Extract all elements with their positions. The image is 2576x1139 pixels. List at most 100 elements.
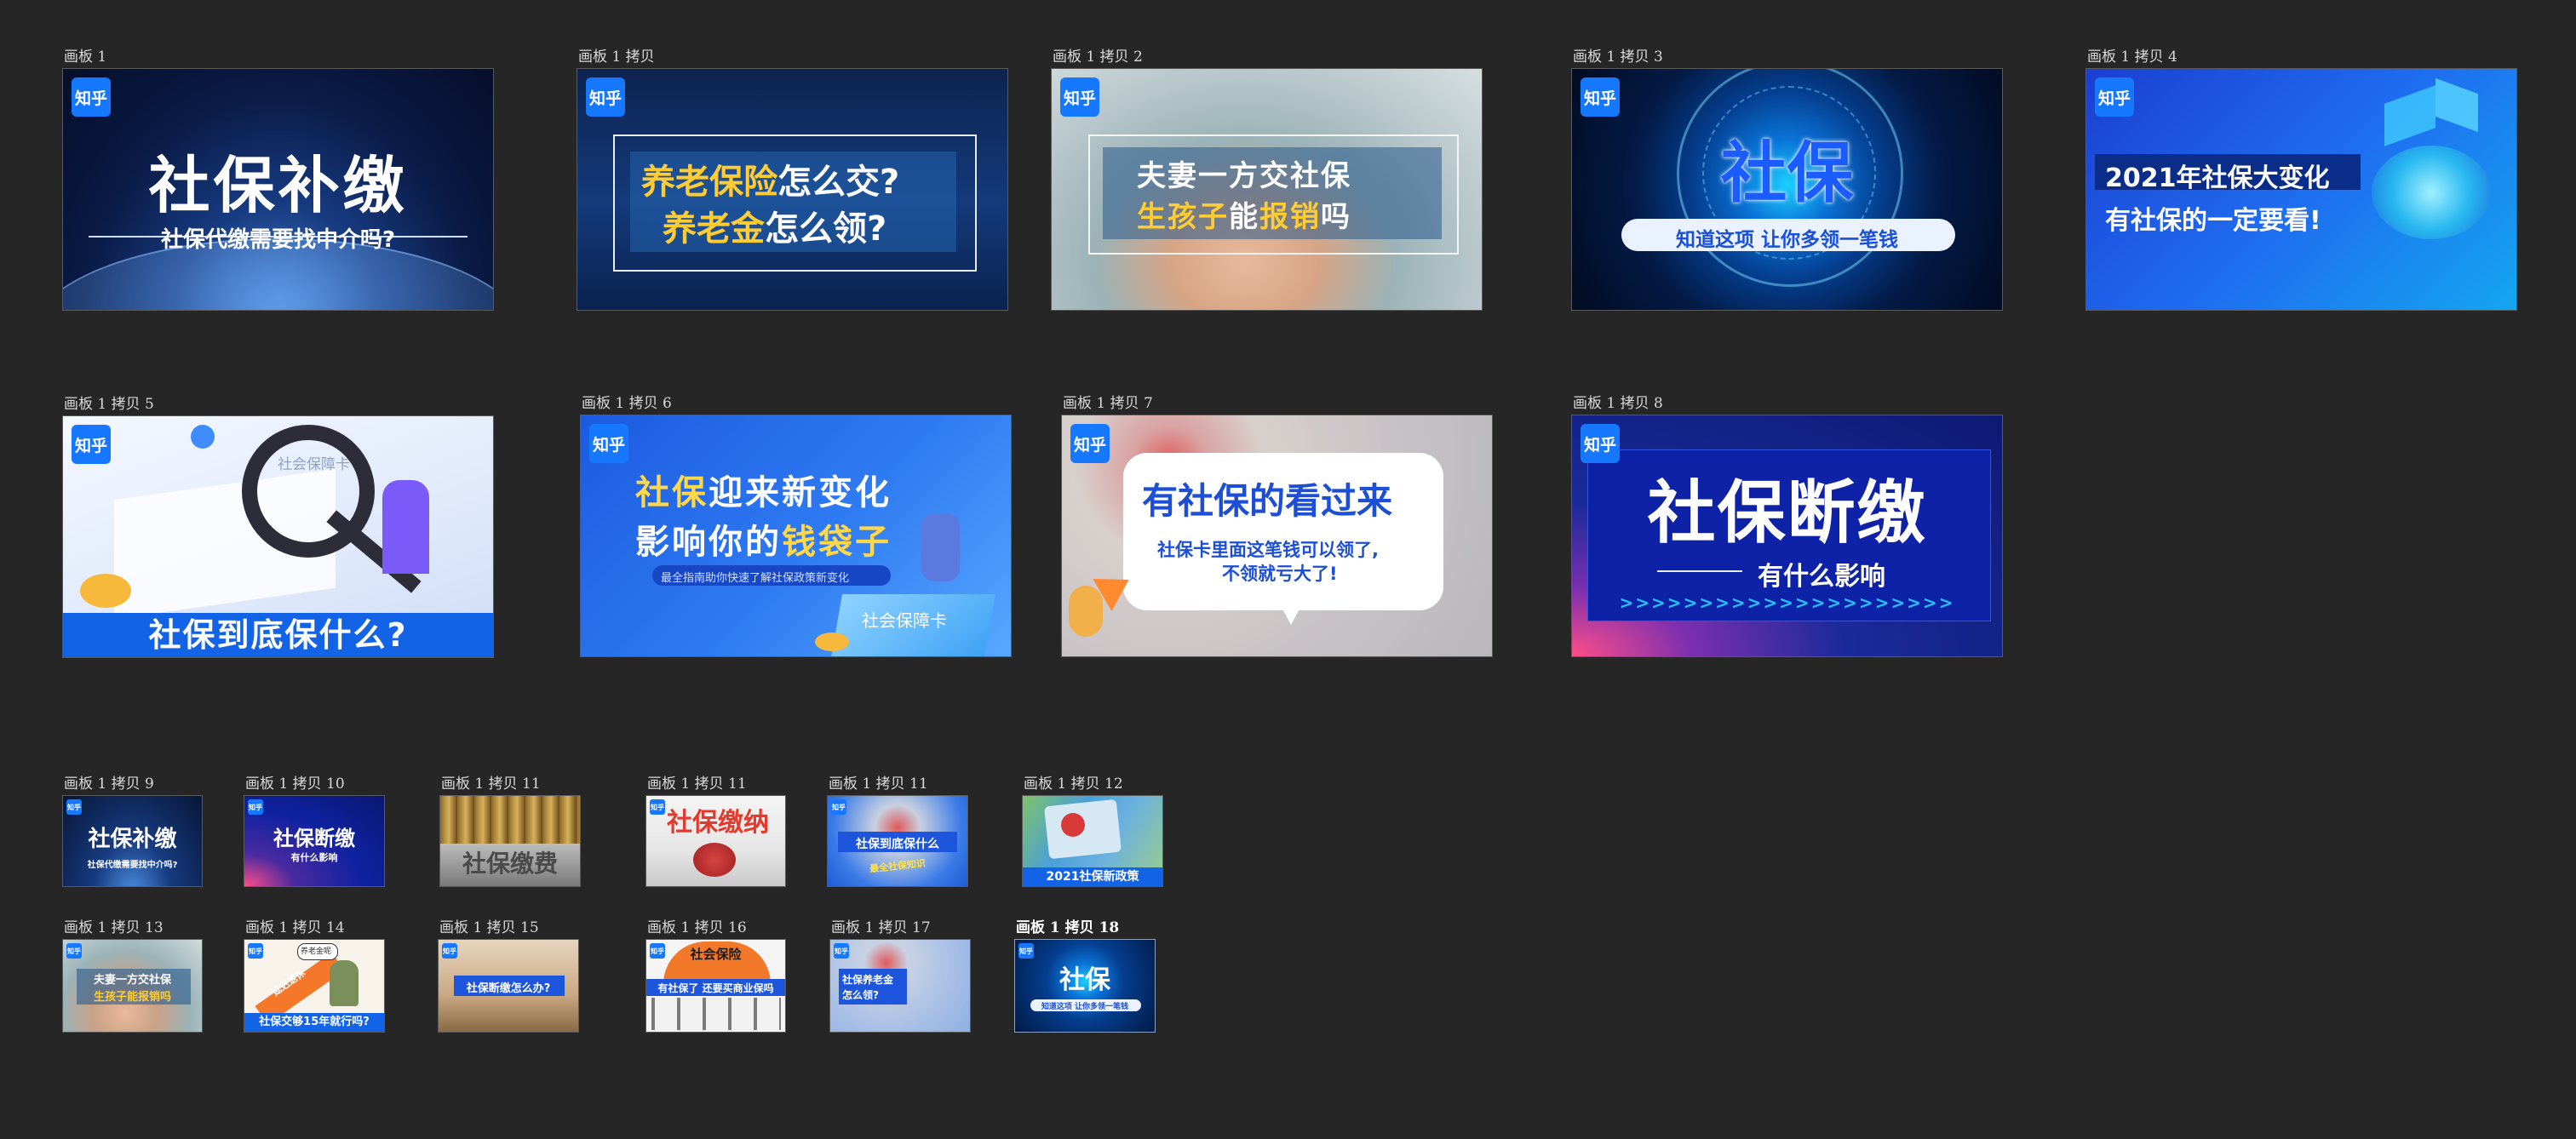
artboard[interactable]: 画板 1 拷贝 11 社保缴费 xyxy=(439,776,581,887)
artboard-name[interactable]: 画板 1 拷贝 17 xyxy=(831,915,931,936)
artboard-name[interactable]: 画板 1 拷贝 3 xyxy=(1573,44,1663,66)
artboard-name[interactable]: 画板 1 拷贝 4 xyxy=(2087,44,2177,66)
board-title: 社保缴纳 xyxy=(667,808,769,838)
thumbnail[interactable]: 知乎 有社保的看过来 社保卡里面这笔钱可以领了, 不领就亏大了! xyxy=(1061,415,1493,657)
thumbnail[interactable]: 知乎 社保缴纳 xyxy=(645,795,786,887)
person-graphic xyxy=(382,480,429,574)
thumbnail[interactable]: 知乎 社保断缴 有什么影响 >>>>>>>>>>>>>>>>>>>>> xyxy=(1571,415,2003,657)
arrow-decoration: >>>>>>>>>>>>>>>>>>>>> xyxy=(1619,592,1955,613)
emblem-graphic xyxy=(1061,813,1085,837)
thumbnail[interactable]: 知乎 社保补缴 社保代缴需要找中介吗? xyxy=(62,68,494,311)
artboard[interactable]: 画板 1 拷贝 16 知乎 社会保险 有社保了 还要买商业保吗 xyxy=(645,919,786,1033)
board-title: 社保 xyxy=(1059,965,1110,995)
thumbnail[interactable]: 知乎 社保断缴怎么办? xyxy=(438,939,579,1033)
thumbnail[interactable]: 知乎 社保 知道这项 让你多领一笔钱 xyxy=(1014,939,1156,1033)
artboard[interactable]: 画板 1 拷贝 15 知乎 社保断缴怎么办? xyxy=(438,919,579,1033)
artboard-name[interactable]: 画板 1 拷贝 8 xyxy=(1573,391,1663,412)
board-line-1: 社保迎来新变化 xyxy=(635,473,892,512)
board-line-1: 2021年社保大变化 xyxy=(2105,163,2330,193)
thumbnail[interactable]: 知乎 社保养老金 怎么领? xyxy=(829,939,971,1033)
artboard-name[interactable]: 画板 1 拷贝 13 xyxy=(64,915,164,936)
artboard-name[interactable]: 画板 1 拷贝 5 xyxy=(64,392,154,413)
zhihu-logo: 知乎 xyxy=(1581,424,1620,463)
artboard-name[interactable]: 画板 1 拷贝 16 xyxy=(647,915,747,936)
thumbnail[interactable]: 知乎 社会保险 有社保了 还要买商业保吗 xyxy=(645,939,786,1033)
artboard[interactable]: 画板 1 拷贝 17 知乎 社保养老金 怎么领? xyxy=(829,919,971,1033)
thumbnail[interactable]: 知乎 夫妻一方交社保 生孩子能报销吗 xyxy=(1051,68,1483,311)
card-label: 社会保障卡 xyxy=(278,456,350,473)
artboard[interactable]: 画板 1 拷贝 6 知乎 社保迎来新变化 影响你的钱袋子 最全指南助你快速了解社… xyxy=(580,395,1012,657)
thumbnail[interactable]: 2021社保新政策 xyxy=(1022,795,1163,887)
artboard-name[interactable]: 画板 1 拷贝 7 xyxy=(1063,391,1153,412)
thumbnail[interactable]: 知乎 延迟退休 养老金呢 社保交够15年就行吗? xyxy=(244,939,385,1033)
stamp-graphic xyxy=(693,843,736,877)
artboard-name[interactable]: 画板 1 xyxy=(64,44,106,66)
artboard-name[interactable]: 画板 1 拷贝 18 xyxy=(1016,915,1119,936)
thumbnail[interactable]: 知乎 2021年社保大变化 有社保的一定要看! xyxy=(2085,68,2517,311)
artboard[interactable]: 画板 1 拷贝 11 知乎 社保到底保什么 最全社保知识 xyxy=(827,776,968,887)
zhihu-logo: 知乎 xyxy=(650,799,665,815)
thumbnail[interactable]: 知乎 社保迎来新变化 影响你的钱袋子 最全指南助你快速了解社保政策新变化 社会保… xyxy=(580,415,1012,657)
artboard-name[interactable]: 画板 1 拷贝 9 xyxy=(64,771,154,793)
person-graphic xyxy=(330,960,359,1006)
artboard[interactable]: 画板 1 拷贝 7 知乎 有社保的看过来 社保卡里面这笔钱可以领了, 不领就亏大… xyxy=(1061,395,1493,657)
thumbnail[interactable]: 知乎 社保到底保什么 最全社保知识 xyxy=(827,795,968,887)
board-pill-text: 知道这项 让你多领一笔钱 xyxy=(1675,229,1898,251)
thumbnail[interactable]: 知乎 社保 知道这项 让你多领一笔钱 xyxy=(1571,68,2003,311)
thumbnail[interactable]: 知乎 社保补缴 社保代缴需要找中介吗? xyxy=(62,795,203,887)
artboard[interactable]: 画板 1 拷贝 9 知乎 社保补缴 社保代缴需要找中介吗? xyxy=(62,776,203,887)
board-line-2: 怎么领? xyxy=(842,989,879,1001)
artboard[interactable]: 画板 1 拷贝 10 知乎 社保断缴 有什么影响 xyxy=(244,776,385,887)
zhihu-logo: 知乎 xyxy=(66,799,82,815)
artboard[interactable]: 画板 1 拷贝 知乎 养老保险怎么交? 养老金怎么领? xyxy=(577,49,1008,311)
thumbnail[interactable]: 社保缴费 xyxy=(439,795,581,887)
coins-graphic xyxy=(815,632,849,651)
people-graphic xyxy=(651,998,781,1030)
artboard-name[interactable]: 画板 1 拷贝 14 xyxy=(245,915,345,936)
board-band: 2021社保新政策 xyxy=(1023,867,1162,886)
artboard-name[interactable]: 画板 1 拷贝 11 xyxy=(647,771,747,793)
artboard[interactable]: 画板 1 拷贝 2 知乎 夫妻一方交社保 生孩子能报销吗 xyxy=(1051,49,1483,311)
zhihu-logo: 知乎 xyxy=(72,425,111,464)
artboard-name[interactable]: 画板 1 拷贝 xyxy=(578,44,655,66)
artboard-name[interactable]: 画板 1 拷贝 10 xyxy=(245,771,345,793)
board-title: 有社保的看过来 xyxy=(1142,480,1393,522)
zhihu-logo: 知乎 xyxy=(1070,424,1110,463)
artboard[interactable]: 画板 1 拷贝 13 知乎 夫妻一方交社保 生孩子能报销吗 xyxy=(62,919,203,1033)
artboard[interactable]: 画板 1 拷贝 3 知乎 社保 知道这项 让你多领一笔钱 xyxy=(1571,49,2003,311)
board-line-2: 养老金怎么领? xyxy=(663,209,887,249)
artboard-name[interactable]: 画板 1 拷贝 15 xyxy=(439,915,539,936)
artboard[interactable]: 画板 1 拷贝 11 知乎 社保缴纳 xyxy=(645,776,786,887)
thumbnail[interactable]: 知乎 夫妻一方交社保 生孩子能报销吗 xyxy=(62,939,203,1033)
artboard[interactable]: 画板 1 拷贝 8 知乎 社保断缴 有什么影响 >>>>>>>>>>>>>>>>… xyxy=(1571,395,2003,657)
artboard[interactable]: 画板 1 知乎 社保补缴 社保代缴需要找中介吗? xyxy=(62,49,494,311)
shield-icon xyxy=(191,425,215,449)
zhihu-logo: 知乎 xyxy=(589,424,628,463)
artboard-name[interactable]: 画板 1 拷贝 11 xyxy=(441,771,541,793)
artboard[interactable]: 画板 1 拷贝 4 知乎 2021年社保大变化 有社保的一定要看! xyxy=(2085,49,2517,311)
board-line-1: 社保卡里面这笔钱可以领了, xyxy=(1157,540,1379,560)
artboard[interactable]: 画板 1 拷贝 12 2021社保新政策 xyxy=(1022,776,1163,887)
zhihu-logo: 知乎 xyxy=(1018,943,1034,959)
server-graphic xyxy=(2384,85,2435,146)
thumbnail[interactable]: 知乎 社会保障卡 社保到底保什么? xyxy=(62,415,494,658)
board-subtitle: 社保代缴需要找中介吗? xyxy=(160,227,396,253)
board-line-1: 夫妻一方交社保 xyxy=(1137,159,1351,193)
artboard[interactable]: 画板 1 拷贝 5 知乎 社会保障卡 社保到底保什么? xyxy=(62,396,494,658)
artboard-name[interactable]: 画板 1 拷贝 12 xyxy=(1024,771,1123,793)
umbrella-label: 社会保险 xyxy=(690,947,742,962)
board-title: 社保到底保什么 xyxy=(856,838,939,851)
artboard-name[interactable]: 画板 1 拷贝 6 xyxy=(582,391,672,412)
card-label: 社会保障卡 xyxy=(862,610,947,631)
board-pill-text: 知道这项 让你多领一笔钱 xyxy=(1041,1003,1129,1011)
artboard[interactable]: 画板 1 拷贝 14 知乎 延迟退休 养老金呢 社保交够15年就行吗? xyxy=(244,919,385,1033)
board-title: 社保断缴 xyxy=(1647,473,1927,552)
coins-graphic xyxy=(80,574,131,608)
artboard[interactable]: 画板 1 拷贝 18 知乎 社保 知道这项 让你多领一笔钱 xyxy=(1014,919,1156,1033)
board-line-2: 生孩子能报销吗 xyxy=(1137,200,1351,234)
thumbnail[interactable]: 知乎 社保断缴 有什么影响 xyxy=(244,795,385,887)
thumbnail[interactable]: 知乎 养老保险怎么交? 养老金怎么领? xyxy=(577,68,1008,311)
artboard-name[interactable]: 画板 1 拷贝 2 xyxy=(1053,44,1143,66)
speech-bubble-tail xyxy=(1279,603,1303,625)
artboard-name[interactable]: 画板 1 拷贝 11 xyxy=(829,771,928,793)
